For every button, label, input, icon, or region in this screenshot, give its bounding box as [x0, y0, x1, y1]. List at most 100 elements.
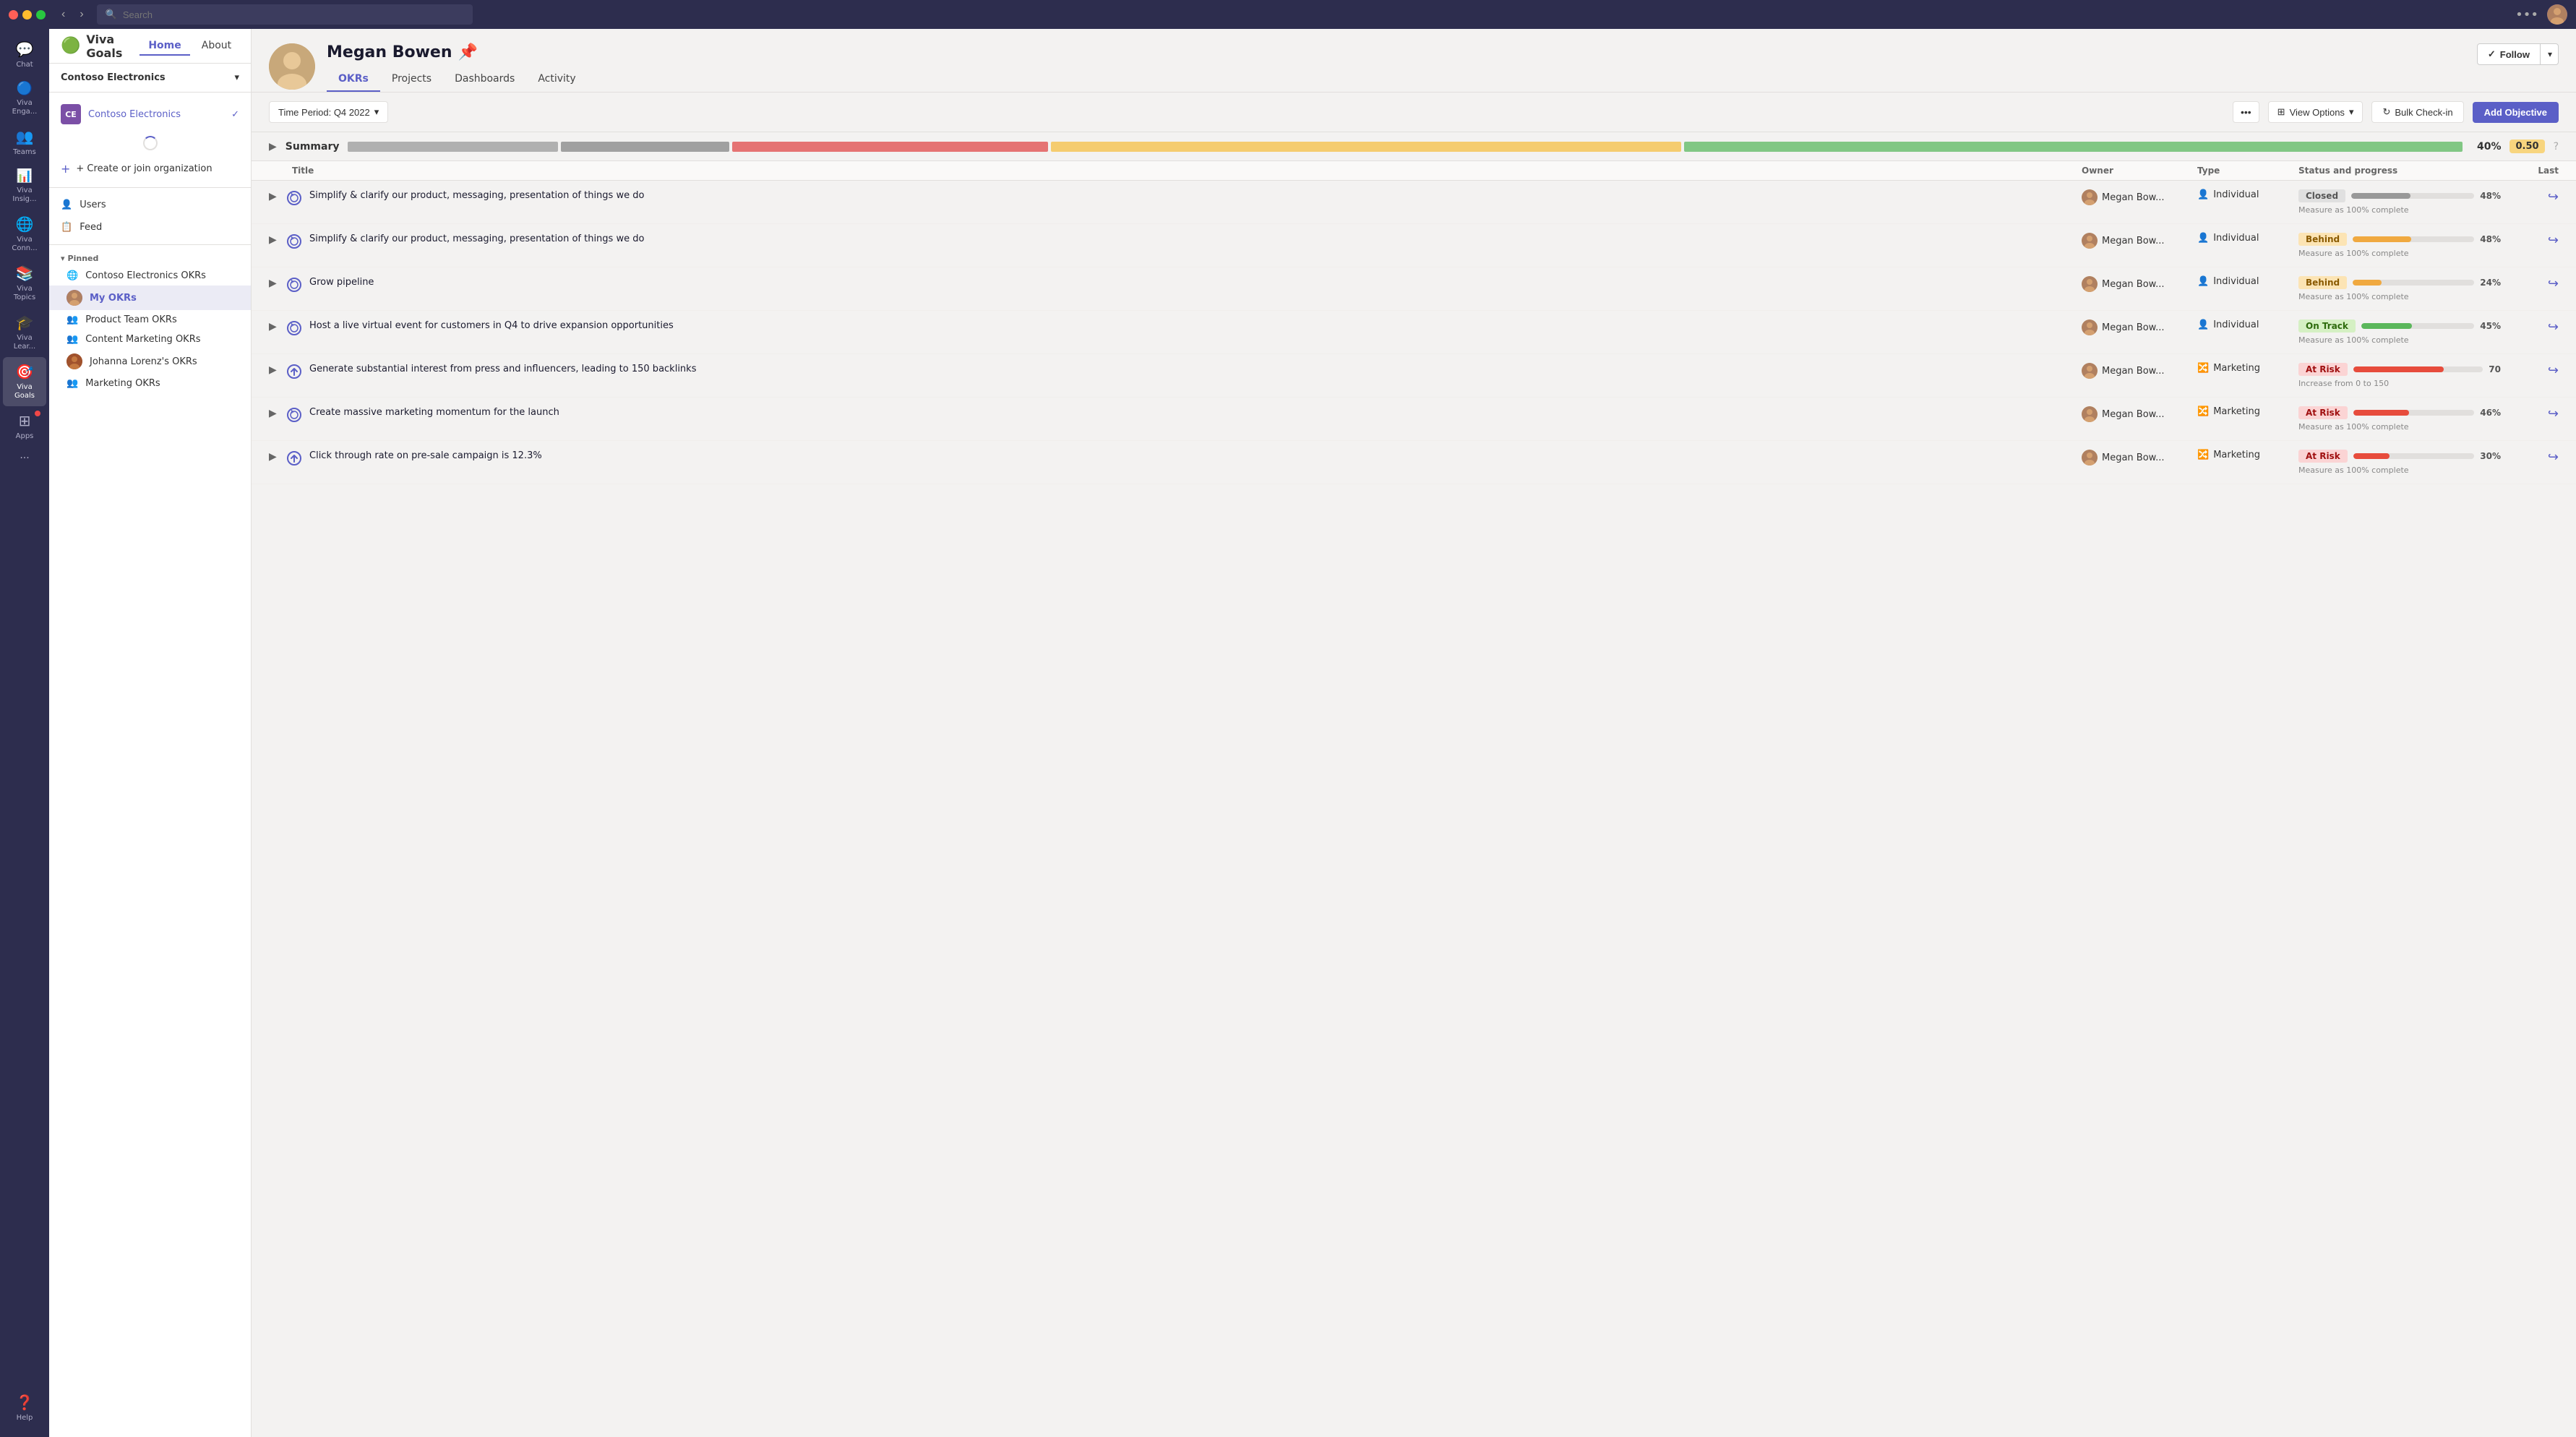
- status-badge-5: At Risk: [2298, 406, 2348, 419]
- row-status-2: Behind 24% Measure as 100% complete: [2298, 276, 2501, 301]
- row-last-6[interactable]: ↪: [2501, 450, 2559, 465]
- pinned-section-label[interactable]: ▾ Pinned: [49, 251, 251, 266]
- apps-notification-dot: [35, 411, 40, 416]
- sidebar-item-viva-topics[interactable]: 📚 Viva Topics: [3, 259, 46, 308]
- follow-label: Follow: [2500, 49, 2530, 60]
- row-status-6: At Risk 30% Measure as 100% complete: [2298, 450, 2501, 475]
- summary-bar-seg-1: [348, 142, 558, 152]
- users-icon: 👤: [61, 200, 72, 210]
- pinned-item-johanna[interactable]: Johanna Lorenz's OKRs: [49, 349, 251, 374]
- row-title-2: Grow pipeline: [309, 276, 2082, 289]
- tab-dashboards[interactable]: Dashboards: [443, 67, 526, 92]
- time-period-button[interactable]: Time Period: Q4 2022 ▾: [269, 101, 388, 123]
- left-panel-item-feed[interactable]: 📋 Feed: [49, 216, 251, 239]
- type-label-0: Individual: [2213, 189, 2259, 200]
- user-avatar[interactable]: [2547, 4, 2567, 25]
- status-progress-bar-4: [2353, 366, 2483, 372]
- row-expand-5[interactable]: ▶: [269, 406, 286, 419]
- tab-activity[interactable]: Activity: [526, 67, 587, 92]
- viva-goals-icon: 🎯: [16, 363, 34, 380]
- row-last-0[interactable]: ↪: [2501, 189, 2559, 205]
- sidebar-item-apps[interactable]: ⊞ Apps: [3, 406, 46, 447]
- back-button[interactable]: ‹: [57, 7, 69, 22]
- row-last-4[interactable]: ↪: [2501, 363, 2559, 378]
- status-progress-fill-2: [2353, 280, 2382, 286]
- status-pct-2: 24%: [2480, 278, 2501, 288]
- sidebar-item-help[interactable]: ❓ Help: [3, 1388, 46, 1428]
- search-input[interactable]: [123, 9, 464, 20]
- pinned-item-marketing-okrs[interactable]: 👥 Marketing OKRs: [49, 374, 251, 393]
- more-button[interactable]: •••: [2515, 7, 2538, 22]
- close-light[interactable]: [9, 10, 18, 20]
- forward-button[interactable]: ›: [75, 7, 87, 22]
- sidebar-item-viva-engage[interactable]: 🔵 Viva Enga...: [3, 75, 46, 122]
- status-progress-fill-6: [2353, 453, 2390, 459]
- type-label-6: Marketing: [2213, 450, 2260, 460]
- toolbar-more-button[interactable]: •••: [2233, 101, 2259, 123]
- table-row: ▶ Host a live virtual event for customer…: [252, 311, 2576, 354]
- pinned-item-my-okrs[interactable]: My OKRs: [49, 286, 251, 310]
- row-expand-3[interactable]: ▶: [269, 319, 286, 333]
- viva-topics-icon: 📚: [16, 265, 34, 282]
- row-status-5: At Risk 46% Measure as 100% complete: [2298, 406, 2501, 432]
- sidebar-item-teams[interactable]: 👥 Teams: [3, 122, 46, 163]
- row-expand-6[interactable]: ▶: [269, 450, 286, 463]
- sidebar-item-viva-insights[interactable]: 📊 Viva Insig...: [3, 163, 46, 210]
- follow-dropdown-button[interactable]: ▾: [2542, 45, 2558, 64]
- viva-engage-label: Viva Enga...: [6, 99, 43, 116]
- sidebar-item-chat[interactable]: 💬 Chat: [3, 35, 46, 75]
- row-icon-5: [286, 406, 309, 423]
- th-title: Title: [286, 166, 2082, 176]
- okr-rows-container: ▶ Simplify & clarify our product, messag…: [252, 181, 2576, 484]
- summary-expand-arrow[interactable]: ▶: [269, 141, 277, 153]
- pinned-item-product-team[interactable]: 👥 Product Team OKRs: [49, 310, 251, 330]
- status-badge-4: At Risk: [2298, 363, 2348, 376]
- tab-okrs[interactable]: OKRs: [327, 67, 380, 92]
- bulk-checkin-button[interactable]: ↻ Bulk Check-in: [2371, 101, 2463, 123]
- create-join-button[interactable]: + + Create or join organization: [49, 156, 251, 181]
- add-objective-button[interactable]: Add Objective: [2473, 102, 2559, 123]
- status-progress-bar-6: [2353, 453, 2475, 459]
- view-options-button[interactable]: ⊞ View Options ▾: [2268, 101, 2364, 123]
- pinned-item-contoso-okrs[interactable]: 🌐 Contoso Electronics OKRs: [49, 266, 251, 286]
- status-line-2: Behind 24%: [2298, 276, 2501, 289]
- org-badge: CE: [61, 104, 81, 124]
- owner-avatar-1: [2082, 233, 2098, 249]
- org-selector-label: Contoso Electronics: [61, 72, 166, 83]
- row-type-2: 👤 Individual: [2197, 276, 2298, 287]
- row-expand-1[interactable]: ▶: [269, 233, 286, 246]
- sidebar-bottom: ❓ Help: [3, 1388, 46, 1437]
- pinned-item-content-marketing[interactable]: 👥 Content Marketing OKRs: [49, 330, 251, 349]
- row-expand-0[interactable]: ▶: [269, 189, 286, 202]
- refresh-icon-2: ↻: [2382, 106, 2390, 118]
- org-item-contoso[interactable]: CE Contoso Electronics ✓: [49, 98, 251, 130]
- sidebar-item-viva-learning[interactable]: 🎓 Viva Lear...: [3, 308, 46, 357]
- maximize-light[interactable]: [36, 10, 46, 20]
- row-expand-4[interactable]: ▶: [269, 363, 286, 376]
- minimize-light[interactable]: [22, 10, 32, 20]
- row-last-2[interactable]: ↪: [2501, 276, 2559, 291]
- summary-bar-seg-5: [1684, 142, 2463, 152]
- row-last-5[interactable]: ↪: [2501, 406, 2559, 421]
- org-selector[interactable]: Contoso Electronics ▾: [49, 64, 251, 93]
- row-expand-2[interactable]: ▶: [269, 276, 286, 289]
- row-last-3[interactable]: ↪: [2501, 319, 2559, 335]
- left-panel-item-users[interactable]: 👤 Users: [49, 194, 251, 216]
- row-icon-1: [286, 233, 309, 249]
- sidebar-item-more[interactable]: ···: [3, 447, 46, 470]
- type-label-2: Individual: [2213, 276, 2259, 287]
- summary-help-icon[interactable]: ?: [2554, 141, 2559, 153]
- profile-avatar: [269, 43, 315, 90]
- sidebar-item-viva-connections[interactable]: 🌐 Viva Conn...: [3, 210, 46, 259]
- nav-home[interactable]: Home: [139, 37, 189, 56]
- viva-learning-icon: 🎓: [16, 314, 34, 331]
- follow-main-button[interactable]: ✓ Follow: [2478, 44, 2541, 64]
- left-panel: 🟢 Viva Goals Home About ↻ ? 🔔 ··· Contos…: [49, 29, 252, 1437]
- row-owner-4: Megan Bow...: [2082, 363, 2197, 379]
- sidebar-item-viva-goals[interactable]: 🎯 Viva Goals: [3, 357, 46, 406]
- tab-projects[interactable]: Projects: [380, 67, 443, 92]
- follow-button[interactable]: ✓ Follow ▾: [2477, 43, 2559, 65]
- chevron-down-icon-follow: ▾: [2548, 49, 2552, 59]
- row-last-1[interactable]: ↪: [2501, 233, 2559, 248]
- nav-about[interactable]: About: [193, 37, 240, 56]
